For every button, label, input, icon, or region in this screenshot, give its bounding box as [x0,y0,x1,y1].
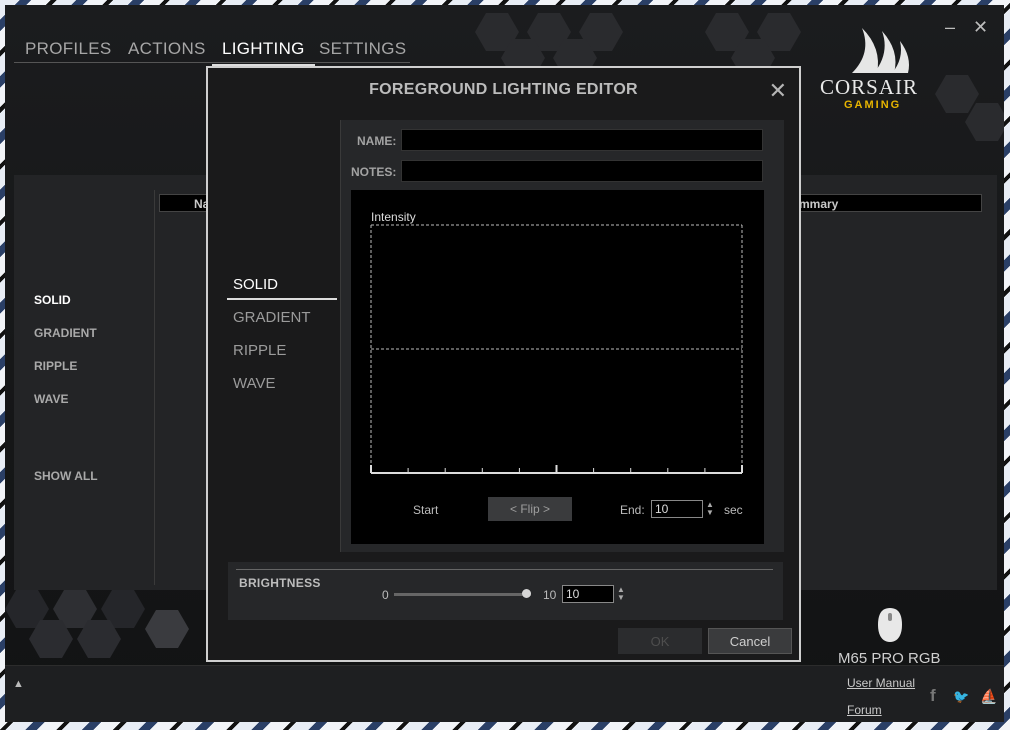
name-input[interactable] [401,129,763,151]
notes-input[interactable] [401,160,763,182]
end-label: End: [620,503,645,517]
brightness-divider [236,569,773,570]
dialog-effect-gradient[interactable]: GRADIENT [233,309,311,326]
hex-pattern-right [935,75,1004,155]
corsair-social-icon[interactable]: ⛵ [980,688,997,705]
flip-button[interactable]: < Flip > [488,497,572,521]
intensity-graph: Intensity Start < Flip > End: ▲ ▼ sec [351,190,764,544]
corsair-logo: CORSAIR GAMING [820,23,930,113]
effect-item-wave[interactable]: WAVE [34,392,68,406]
end-time-down-icon[interactable]: ▼ [706,509,714,517]
intensity-chart[interactable] [351,190,764,490]
up-arrow-icon[interactable]: ▲ [13,678,24,690]
sec-label: sec [724,503,743,517]
minimize-button[interactable]: – [945,17,955,38]
tab-actions[interactable]: ACTIONS [128,39,206,59]
editor-pane: NAME: NOTES: Intensity Start < Flip > En… [340,120,784,552]
close-window-button[interactable]: ✕ [973,17,988,38]
show-all-button[interactable]: SHOW ALL [34,469,98,483]
cancel-button[interactable]: Cancel [708,628,792,654]
user-manual-link[interactable]: User Manual [847,676,915,690]
panel-divider [154,190,155,585]
brightness-label: BRIGHTNESS [239,576,321,590]
facebook-icon[interactable]: f [930,686,936,706]
brightness-max-label: 10 [543,588,557,602]
brand-name: CORSAIR [820,75,919,99]
effect-item-gradient[interactable]: GRADIENT [34,326,97,340]
dialog-effect-wave[interactable]: WAVE [233,375,276,392]
brightness-up-icon[interactable]: ▲ [617,586,625,594]
forum-link[interactable]: Forum [847,703,882,717]
bottom-bar: ▲ User Manual Forum f 🐦 ⛵ [5,665,1004,722]
brightness-slider[interactable] [394,589,531,598]
effect-item-solid[interactable]: SOLID [34,293,71,307]
mouse-icon[interactable] [877,607,903,643]
dialog-close-button[interactable]: ✕ [769,78,787,104]
dialog-effect-solid[interactable]: SOLID [226,276,338,300]
notes-label: NOTES: [351,165,397,179]
corsair-sails-icon [852,28,909,73]
brightness-input[interactable] [562,585,614,603]
end-time-up-icon[interactable]: ▲ [706,501,714,509]
hex-pattern-bottom [5,590,205,665]
tab-settings[interactable]: SETTINGS [319,39,406,59]
start-label: Start [413,503,439,517]
ok-button[interactable]: OK [618,628,702,654]
dialog-effect-ripple[interactable]: RIPPLE [233,342,286,359]
brightness-down-icon[interactable]: ▼ [617,594,625,602]
brand-sub: GAMING [844,99,902,111]
brightness-section: BRIGHTNESS 0 10 ▲ ▼ [228,562,783,620]
brightness-slider-knob[interactable] [522,589,531,598]
name-label: NAME: [357,134,397,148]
brightness-min-label: 0 [382,588,389,602]
end-time-input[interactable] [651,500,703,518]
main-tabs: PROFILES ACTIONS LIGHTING SETTINGS [14,33,410,66]
tab-profiles[interactable]: PROFILES [25,39,111,59]
tab-lighting[interactable]: LIGHTING [212,39,315,66]
lighting-editor-dialog: FOREGROUND LIGHTING EDITOR ✕ SOLID GRADI… [206,66,801,662]
dialog-title: FOREGROUND LIGHTING EDITOR [369,81,638,98]
effect-item-ripple[interactable]: RIPPLE [34,359,77,373]
twitter-icon[interactable]: 🐦 [953,689,969,705]
column-header-summary[interactable]: mmary [794,194,982,212]
